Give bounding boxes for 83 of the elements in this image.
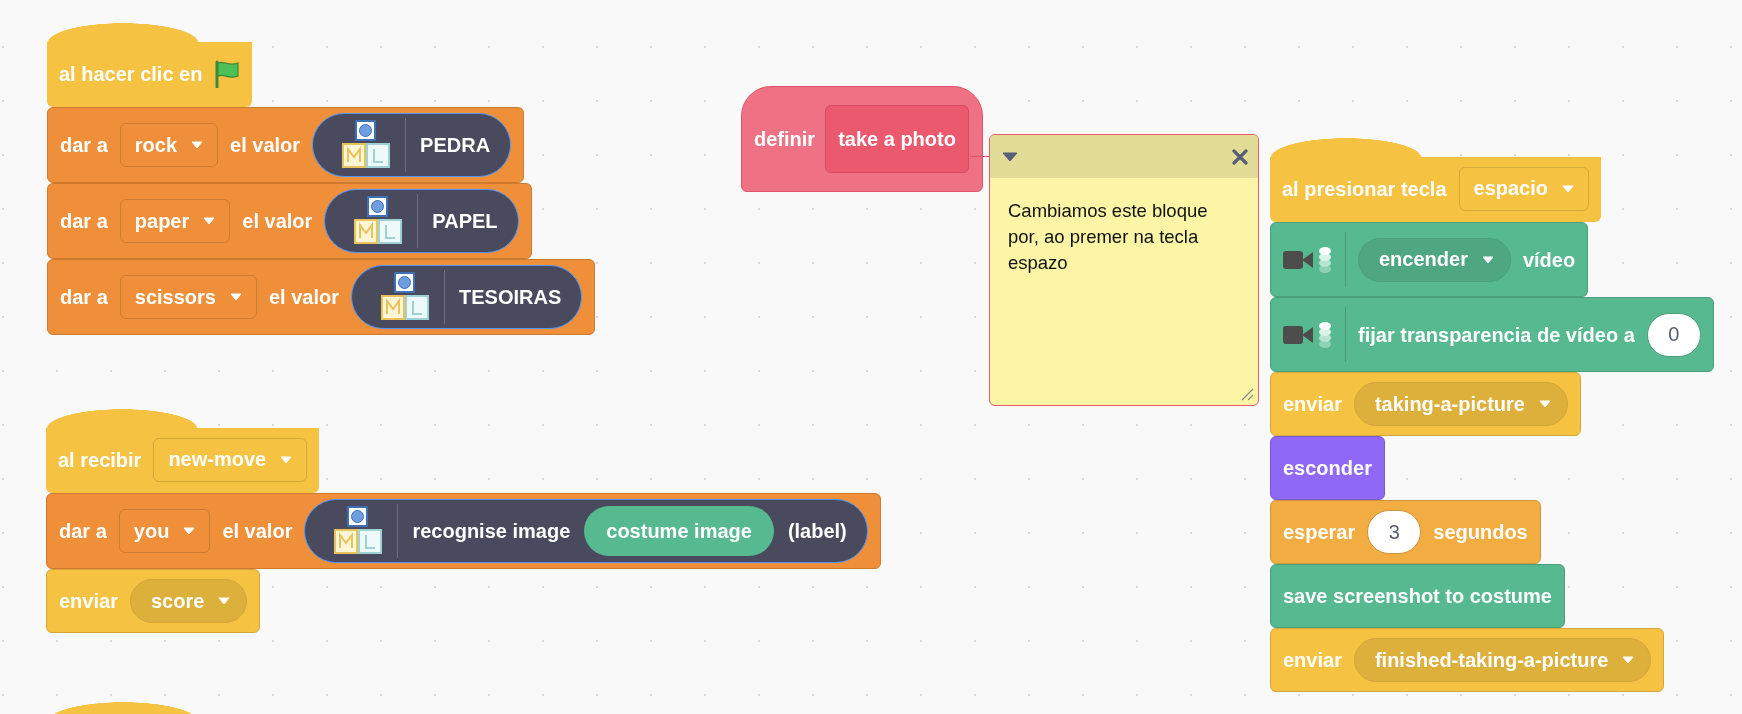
dropdown-field[interactable]: rock <box>119 123 219 167</box>
caret-icon[interactable] <box>1002 151 1018 162</box>
block-label: enviar <box>1283 392 1342 416</box>
block-label: esconder <box>1283 456 1372 480</box>
number-input[interactable]: 3 <box>1367 510 1422 554</box>
stack-block[interactable]: enviar finished-taking-a-picture <box>1270 628 1665 692</box>
toy-blocks-icon <box>380 272 431 322</box>
video-camera-icon <box>1283 319 1333 350</box>
caret-icon <box>191 141 204 149</box>
hat-block[interactable]: al recibir new-move <box>46 409 320 493</box>
block-label: (label) <box>787 519 847 543</box>
stack-block[interactable]: dar a rock el valor PEDRA <box>47 107 525 183</box>
define-block[interactable]: definir take a photo <box>741 86 983 192</box>
dropdown-menu[interactable]: encender <box>1358 237 1511 282</box>
stack-block[interactable]: save screenshot to costume <box>1270 564 1565 628</box>
reporter-block[interactable]: recognise image costume image (label) <box>304 499 868 563</box>
dropdown-field[interactable]: scissors <box>119 275 257 319</box>
stack-block[interactable]: encender vídeo <box>1270 222 1589 297</box>
block-label: al presionar tecla <box>1282 176 1447 201</box>
block-label: save screenshot to costume <box>1283 584 1552 608</box>
number-input[interactable]: 0 <box>1646 312 1701 357</box>
close-icon[interactable] <box>1232 148 1248 165</box>
block-label: PAPEL <box>432 209 498 233</box>
toy-blocks-icon <box>353 196 404 246</box>
reporter-block[interactable]: PAPEL <box>324 189 519 253</box>
block-label: dar a <box>60 133 108 157</box>
caret-icon <box>218 597 231 605</box>
stack-block[interactable]: dar a scissors el valor TESOIRAS <box>47 259 596 335</box>
caret-icon <box>183 527 196 535</box>
caret-icon <box>230 293 242 301</box>
flag-icon <box>214 59 241 88</box>
stack-block[interactable]: fijar transparencia de vídeo a 0 <box>1270 297 1714 372</box>
dropdown-field[interactable]: you <box>118 509 211 553</box>
toy-blocks-icon <box>341 120 392 170</box>
caret-icon <box>203 217 216 225</box>
block-label: definir <box>754 127 816 151</box>
reporter-block[interactable]: PEDRA <box>312 113 512 177</box>
video-camera-icon <box>1283 244 1333 275</box>
block-label: enviar <box>1283 648 1342 672</box>
dropdown-menu[interactable]: finished-taking-a-picture <box>1353 638 1652 682</box>
stack-block[interactable]: dar a you el valor recognise image costume image (label) <box>46 493 881 569</box>
stack-block[interactable]: enviar taking-a-picture <box>1270 372 1581 436</box>
stack-block[interactable]: dar a paper el valor PAPEL <box>47 183 532 259</box>
reporter-block[interactable]: costume image <box>584 506 774 556</box>
caret-icon <box>1538 400 1551 408</box>
block-label: vídeo <box>1522 247 1576 272</box>
block-label: recognise image <box>412 519 571 543</box>
block-label: dar a <box>59 519 107 543</box>
dropdown-field[interactable]: paper <box>119 199 231 243</box>
block-label: PEDRA <box>420 133 491 157</box>
block-label: esperar <box>1283 520 1356 544</box>
dropdown-field[interactable]: new-move <box>153 437 308 482</box>
hat-block[interactable]: al presionar tecla espacio <box>1270 138 1601 222</box>
block-label: dar a <box>60 285 108 309</box>
dropdown-menu[interactable]: taking-a-picture <box>1353 382 1568 426</box>
toy-blocks-icon <box>333 506 384 556</box>
comment-text: Cambiamos este bloque por, ao premer na tecla espazo <box>1008 199 1209 275</box>
block-label: segundos <box>1433 520 1528 544</box>
block-label: fijar transparencia de vídeo a <box>1358 322 1635 347</box>
dropdown-field[interactable]: espacio <box>1458 166 1589 211</box>
comment-note[interactable]: Cambiamos este bloque por, ao premer na tecla espazo <box>989 134 1259 406</box>
stack-block[interactable]: enviar score <box>46 569 261 633</box>
block-label: enviar <box>59 589 118 613</box>
block-label: al recibir <box>58 447 142 472</box>
caret-icon <box>280 455 293 464</box>
resize-handle-icon[interactable] <box>1240 387 1254 401</box>
stack-block[interactable]: esperar 3 segundos <box>1270 500 1541 564</box>
caret-icon <box>1481 255 1494 264</box>
block-label: el valor <box>269 285 340 309</box>
stack-block[interactable]: esconder <box>1270 436 1385 500</box>
caret-icon <box>1562 184 1574 193</box>
block-label: al hacer clic en <box>59 61 203 86</box>
block-label: dar a <box>60 209 108 233</box>
caret-icon <box>1622 656 1635 664</box>
block-label: el valor <box>242 209 313 233</box>
hat-block[interactable]: al hacer clic en <box>47 23 253 107</box>
block-label: el valor <box>230 133 301 157</box>
dropdown-menu[interactable]: score <box>129 579 248 623</box>
block-label: TESOIRAS <box>459 285 562 309</box>
reporter-block[interactable]: TESOIRAS <box>351 265 583 329</box>
leader-line <box>970 156 989 157</box>
custom-block[interactable]: take a photo <box>825 105 969 173</box>
block-label: el valor <box>222 519 293 543</box>
